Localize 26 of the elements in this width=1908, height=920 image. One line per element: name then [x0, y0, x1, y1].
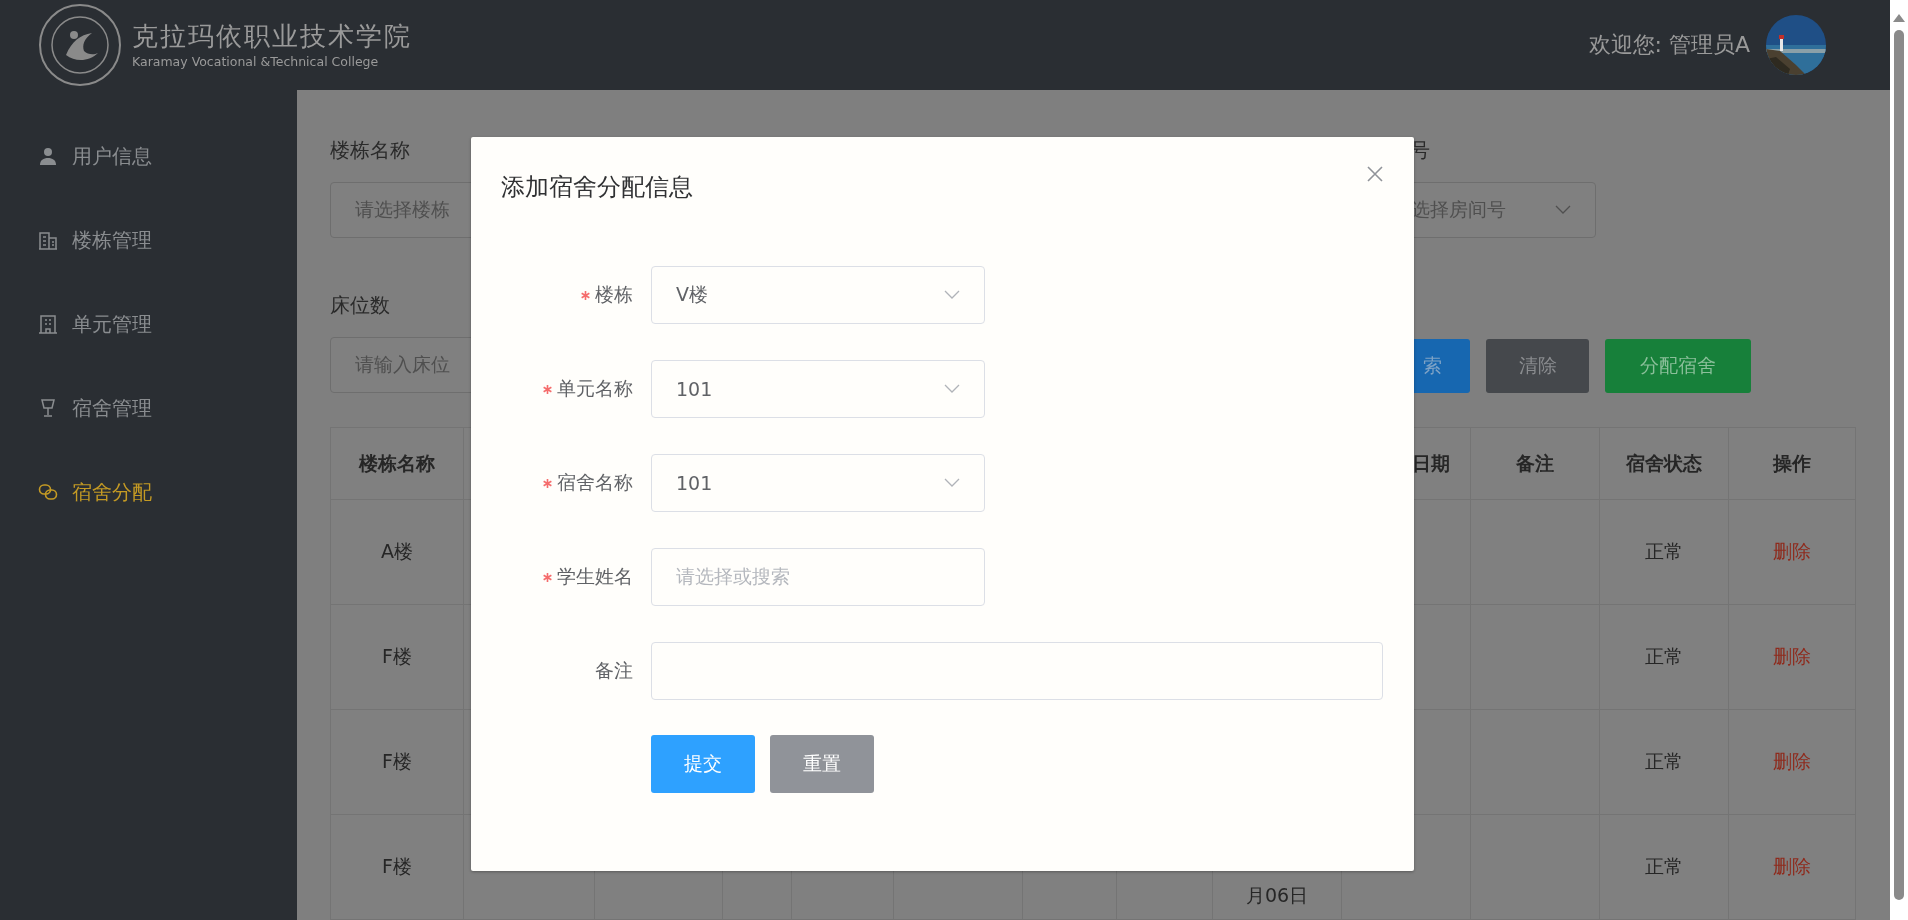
column-header: 操作 [1773, 450, 1811, 476]
table-cell-text: 正常 [1645, 644, 1683, 669]
form-label: 楼栋 [595, 282, 633, 307]
dialog-title: 添加宿舍分配信息 [501, 172, 693, 203]
table-cell-text: 正常 [1645, 854, 1683, 879]
table-cell-text: A楼 [381, 539, 413, 564]
table-cell-text: F楼 [382, 854, 412, 879]
filter-label: 楼栋名称 [330, 138, 410, 162]
table-cell-text: 月06日 [1245, 883, 1309, 908]
table-cell-text: 正常 [1645, 539, 1683, 564]
table-cell-text: 正常 [1645, 749, 1683, 774]
column-header: 日期 [1412, 450, 1450, 476]
column-header: 备注 [1516, 450, 1554, 476]
college-name: 克拉玛依职业技术学院 [132, 20, 412, 53]
filter-label: 床位数 [330, 293, 390, 317]
form-label: 单元名称 [557, 376, 633, 401]
welcome-text: 欢迎您: 管理员A [1588, 31, 1750, 59]
filter-label: 号 [1409, 138, 1430, 162]
college-name-english: Karamay Vocational &Technical College [132, 53, 380, 71]
form-label: 学生姓名 [557, 564, 633, 589]
column-header: 宿舍状态 [1626, 450, 1702, 476]
form-label: 备注 [595, 658, 633, 683]
table-cell-text: F楼 [382, 644, 412, 669]
table-cell-text: F楼 [382, 749, 412, 774]
column-header: 楼栋名称 [359, 450, 435, 476]
form-label: 宿舍名称 [557, 470, 633, 495]
